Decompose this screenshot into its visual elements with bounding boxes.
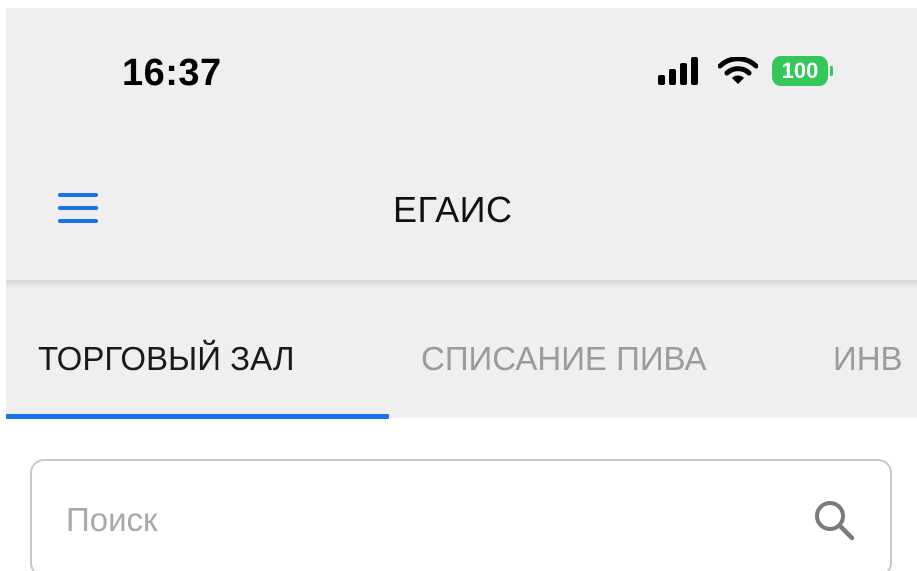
search-input[interactable] (66, 495, 766, 545)
tab-trading-hall[interactable]: ТОРГОВЫЙ ЗАЛ (38, 340, 294, 378)
status-time: 16:37 (122, 52, 222, 94)
wifi-icon (718, 57, 758, 84)
active-tab-indicator (6, 414, 389, 419)
tab-bar: ТОРГОВЫЙ ЗАЛ СПИСАНИЕ ПИВА ИНВ (6, 288, 917, 419)
search-icon[interactable] (812, 498, 856, 542)
battery-level: 100 (781, 58, 819, 83)
cellular-signal-icon (658, 57, 698, 85)
status-icons: 100 (658, 56, 833, 86)
menu-line (58, 193, 98, 197)
battery-nub (830, 66, 833, 76)
menu-line (58, 219, 98, 223)
tab-inventory[interactable]: ИНВ (833, 340, 903, 378)
app-title: ЕГАИС (393, 189, 513, 230)
top-bar: 16:37 100 ЕГАИС (6, 8, 917, 280)
menu-line (58, 206, 98, 210)
search-field[interactable] (30, 459, 892, 571)
app-bar-shadow (6, 280, 917, 288)
app-screen: 16:37 100 ЕГАИС ТОРГОВЫЙ ЗАЛ СПИСАНИЕ ПИ… (6, 8, 917, 571)
hamburger-menu-icon[interactable] (58, 193, 98, 223)
battery-indicator: 100 (772, 56, 833, 86)
tab-beer-writeoff[interactable]: СПИСАНИЕ ПИВА (421, 340, 706, 378)
